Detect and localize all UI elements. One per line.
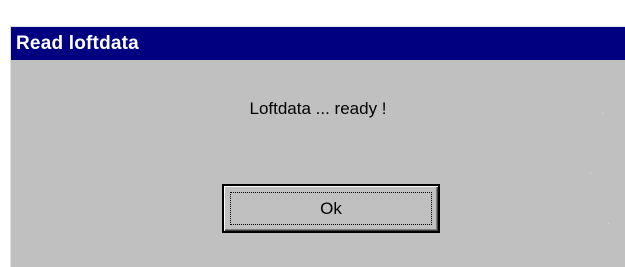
- titlebar[interactable]: Read loftdata: [11, 27, 625, 60]
- background-speckle: ·: [607, 217, 611, 230]
- read-loftdata-dialog: Read loftdata Loftdata ... ready ! Ok · …: [10, 26, 625, 267]
- screen: Read loftdata Loftdata ... ready ! Ok · …: [0, 0, 625, 267]
- background-speckle: ·: [601, 107, 605, 120]
- ok-button-label: Ok: [320, 198, 342, 218]
- background-speckle: ·: [589, 167, 593, 180]
- status-message: Loftdata ... ready !: [249, 99, 387, 118]
- ok-button[interactable]: Ok: [222, 184, 440, 233]
- window-title: Read loftdata: [16, 32, 139, 54]
